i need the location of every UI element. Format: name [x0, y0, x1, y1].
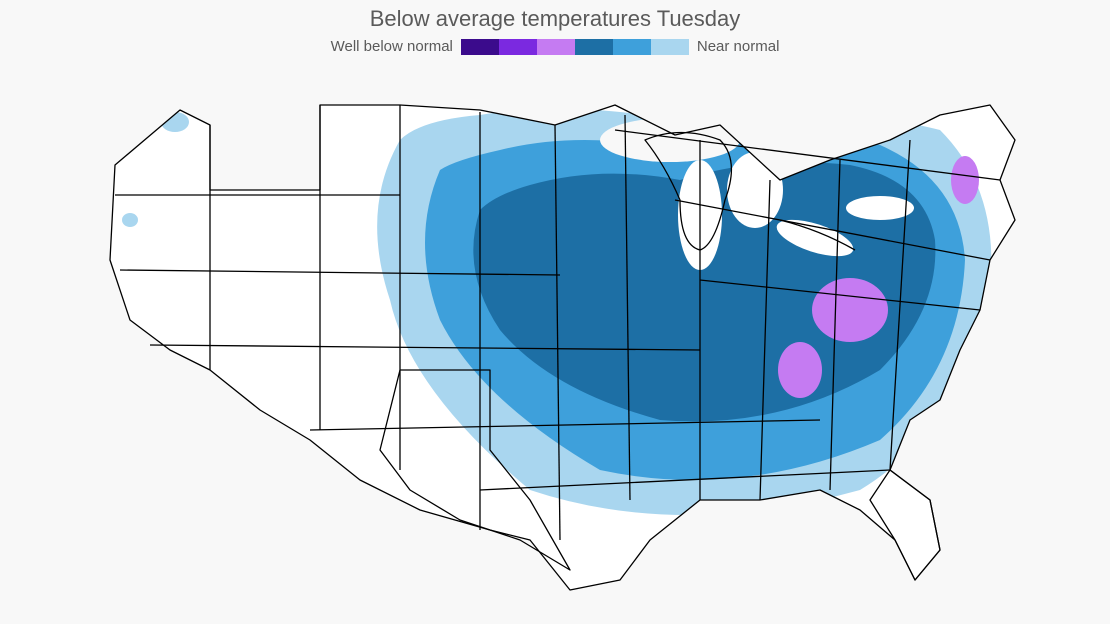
zone-much-below-tn [778, 342, 822, 398]
lake-huron [727, 152, 783, 228]
speck-ca2 [156, 395, 174, 415]
swatch-level-6 [651, 39, 689, 55]
legend-right-label: Near normal [689, 38, 788, 55]
swatch-level-5 [613, 39, 651, 55]
us-temperature-map [60, 70, 1050, 604]
legend: Well below normal Near normal [0, 38, 1110, 55]
speck-or [122, 213, 138, 227]
swatch-level-1 [461, 39, 499, 55]
swatch-level-4 [575, 39, 613, 55]
lake-ontario [846, 196, 914, 220]
map-title: Below average temperatures Tuesday [0, 6, 1110, 32]
legend-left-label: Well below normal [323, 38, 461, 55]
zone-much-below-wv [812, 278, 888, 342]
speck-ca1 [127, 327, 143, 343]
zone-much-below-ne [951, 156, 979, 204]
swatch-level-3 [537, 39, 575, 55]
swatch-level-2 [499, 39, 537, 55]
